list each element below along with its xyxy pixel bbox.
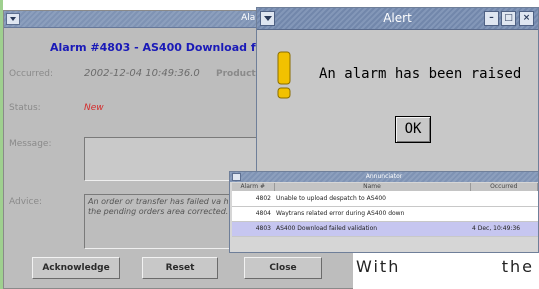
alarm-heading: Alarm #4803 - AS400 Download failed — [50, 41, 286, 54]
row-name: Unable to upload despatch to AS400 — [274, 191, 470, 207]
row-alarm-number: 4802 — [232, 191, 274, 207]
occurred-value: 2002-12-04 10:49:36.0 — [84, 68, 200, 79]
minimize-icon[interactable]: – — [484, 11, 499, 26]
row-occurred — [470, 191, 538, 207]
status-value: New — [84, 103, 104, 113]
column-header-name[interactable]: Name — [274, 183, 471, 191]
row-name: Waytrans related error during AS400 down — [274, 206, 470, 222]
ok-button[interactable]: OK — [395, 116, 431, 143]
annunciator-title: Annunciator — [365, 173, 403, 180]
close-button[interactable]: Close — [244, 257, 322, 279]
annunciator-titlebar[interactable]: Annunciator — [230, 172, 538, 182]
row-alarm-number: 4804 — [232, 206, 274, 222]
advice-label: Advice: — [9, 197, 43, 207]
row-alarm-number: 4803 — [232, 221, 274, 237]
message-label: Message: — [9, 139, 52, 149]
table-row[interactable]: 4802 Unable to upload despatch to AS400 — [232, 191, 538, 207]
product-label: Product — [216, 69, 256, 79]
acknowledge-button[interactable]: Acknowledge — [32, 257, 120, 279]
maximize-icon[interactable]: □ — [501, 11, 516, 26]
close-icon[interactable]: × — [519, 11, 534, 26]
document-text: With the — [356, 257, 534, 276]
row-occurred — [470, 206, 538, 222]
document-text-area: With the — [353, 253, 539, 289]
row-name: AS400 Download failed validation — [274, 221, 470, 237]
occurred-label: Occurred: — [9, 69, 54, 79]
table-row[interactable]: 4804 Waytrans related error during AS400… — [232, 206, 538, 222]
table-row-selected[interactable]: 4803 AS400 Download failed validation 4 … — [232, 221, 538, 237]
alert-titlebar[interactable]: Alert – □ × — [257, 8, 538, 30]
table-header-row: Alarm # Name Occurred — [232, 183, 538, 191]
alert-message: An alarm has been raised — [319, 66, 522, 82]
annunciator-window: Annunciator Alarm # Name Occurred 4802 U… — [229, 171, 539, 253]
status-label: Status: — [9, 103, 41, 113]
annunciator-table: Alarm # Name Occurred 4802 Unable to upl… — [232, 183, 538, 237]
column-header-alarm[interactable]: Alarm # — [232, 183, 275, 191]
row-occurred: 4 Dec, 10:49:36 — [470, 221, 538, 237]
alert-dialog: Alert – □ × An alarm has been raised OK — [256, 7, 539, 173]
column-header-occurred[interactable]: Occurred — [470, 183, 538, 191]
warning-exclamation-icon — [277, 51, 291, 99]
reset-button[interactable]: Reset — [142, 257, 218, 279]
